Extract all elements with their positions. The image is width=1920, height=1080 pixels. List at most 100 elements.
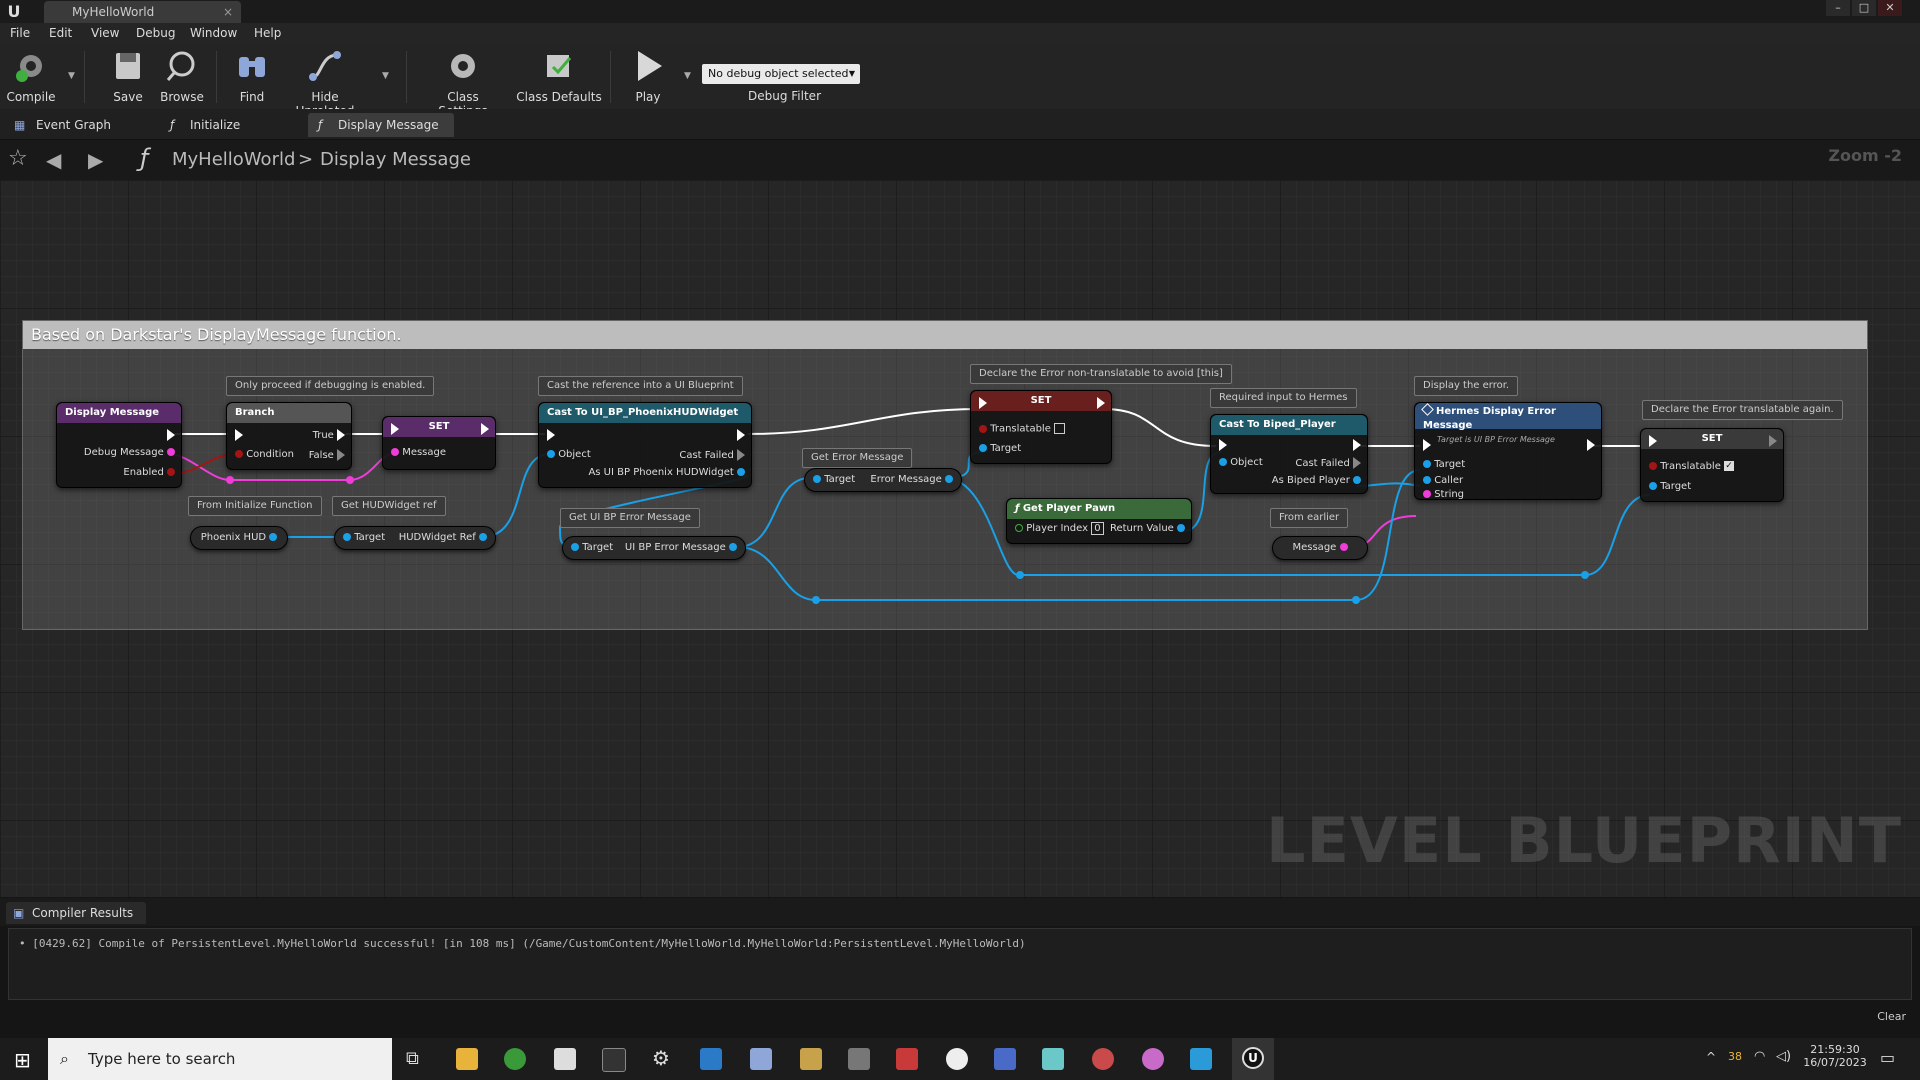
close-window-button[interactable]: ✕ bbox=[1878, 0, 1902, 16]
debug-message-pin[interactable]: Debug Message bbox=[84, 447, 175, 458]
exec-in-pin[interactable] bbox=[547, 429, 555, 441]
forward-arrow-icon[interactable]: ▶ bbox=[88, 148, 103, 172]
app-icon[interactable] bbox=[848, 1048, 870, 1070]
return-value-pin[interactable]: Return Value bbox=[1110, 523, 1185, 534]
cast-failed-pin[interactable]: Cast Failed bbox=[679, 449, 745, 461]
true-pin[interactable]: True bbox=[313, 429, 345, 441]
taskbar-search-input[interactable]: ⌕ Type here to search bbox=[48, 1038, 392, 1080]
target-pin[interactable]: Target bbox=[979, 443, 1021, 454]
chevron-up-icon[interactable]: ^ bbox=[1706, 1050, 1716, 1064]
menu-help[interactable]: Help bbox=[254, 26, 281, 40]
node-message-variable[interactable]: Message bbox=[1272, 536, 1368, 560]
exec-out-pin[interactable] bbox=[167, 429, 175, 441]
breadcrumb-root[interactable]: MyHelloWorld bbox=[172, 149, 295, 170]
app-icon[interactable] bbox=[800, 1048, 822, 1070]
target-pin[interactable]: Target bbox=[813, 469, 855, 491]
tab-initialize[interactable]: ƒ Initialize bbox=[160, 113, 300, 137]
translatable-pin[interactable]: Translatable bbox=[979, 423, 1066, 435]
menu-file[interactable]: File bbox=[10, 26, 30, 40]
message-pin[interactable]: Message bbox=[391, 447, 446, 458]
cast-failed-pin[interactable]: Cast Failed bbox=[1295, 457, 1361, 469]
minimize-button[interactable]: – bbox=[1826, 0, 1850, 16]
exec-out-pin[interactable] bbox=[1097, 397, 1105, 409]
app-icon[interactable] bbox=[946, 1048, 968, 1070]
app-icon[interactable] bbox=[896, 1048, 918, 1070]
exec-in-pin[interactable] bbox=[391, 423, 399, 435]
browse-button[interactable]: Browse bbox=[156, 49, 208, 104]
caller-pin[interactable]: Caller bbox=[1423, 475, 1463, 486]
node-phoenix-hud-variable[interactable]: Phoenix HUD bbox=[190, 526, 288, 550]
target-pin[interactable]: Target bbox=[343, 527, 385, 549]
tab-display-message[interactable]: ƒ Display Message bbox=[308, 113, 454, 137]
tab-compiler-results[interactable]: ▣ Compiler Results bbox=[6, 902, 146, 924]
wifi-icon[interactable]: ◠ bbox=[1754, 1049, 1765, 1064]
node-cast-to-phoenix-hud[interactable]: Cast To UI_BP_PhoenixHUDWidget Object Ca… bbox=[538, 402, 752, 488]
graph-canvas[interactable]: Zoom -2 Based on Darkstar's DisplayMessa… bbox=[0, 146, 1920, 897]
compile-options-chevron-icon[interactable]: ▼ bbox=[68, 71, 75, 81]
app-icon[interactable] bbox=[1092, 1048, 1114, 1070]
translatable-pin[interactable]: Translatable ✓ bbox=[1649, 461, 1735, 472]
translatable-checkbox[interactable] bbox=[1054, 423, 1066, 434]
chrome-icon[interactable] bbox=[504, 1048, 526, 1070]
save-button[interactable]: Save bbox=[104, 49, 152, 104]
window-tab[interactable]: MyHelloWorld × bbox=[44, 1, 241, 23]
class-settings-button[interactable]: Class Settings bbox=[422, 49, 504, 118]
node-get-hudwidget-ref[interactable]: Target HUDWidget Ref bbox=[334, 526, 496, 550]
app-icon[interactable] bbox=[700, 1048, 722, 1070]
close-icon[interactable]: × bbox=[223, 1, 233, 23]
exec-in-pin[interactable] bbox=[979, 397, 987, 409]
node-branch[interactable]: Branch True Condition False bbox=[226, 402, 352, 470]
node-set-translatable-false[interactable]: SET Translatable Target bbox=[970, 390, 1112, 464]
unreal-editor-taskbar-button[interactable]: U bbox=[1232, 1038, 1274, 1080]
target-pin[interactable]: Target bbox=[1649, 481, 1691, 492]
maximize-button[interactable]: □ bbox=[1852, 0, 1876, 16]
as-phoenix-hud-pin[interactable]: As UI BP Phoenix HUDWidget bbox=[588, 467, 745, 478]
find-button[interactable]: Find bbox=[232, 49, 272, 104]
exec-out-pin[interactable] bbox=[1587, 439, 1595, 451]
node-cast-to-biped-player[interactable]: Cast To Biped_Player Object Cast Failed … bbox=[1210, 414, 1368, 494]
condition-pin[interactable]: Condition bbox=[235, 449, 294, 460]
app-icon[interactable] bbox=[1190, 1048, 1212, 1070]
player-index-field[interactable]: 0 bbox=[1091, 522, 1104, 535]
node-display-message[interactable]: Display Message Debug Message Enabled bbox=[56, 402, 182, 488]
hudwidget-ref-pin[interactable]: HUDWidget Ref bbox=[399, 527, 487, 549]
debug-object-select[interactable]: No debug object selected ▼ bbox=[702, 64, 860, 84]
ui-bp-error-message-pin[interactable]: UI BP Error Message bbox=[625, 537, 737, 559]
tab-event-graph[interactable]: ▦ Event Graph bbox=[6, 113, 162, 137]
exec-out-pin[interactable] bbox=[737, 429, 745, 441]
task-view-icon[interactable]: ⧉ bbox=[406, 1048, 419, 1069]
app-icon[interactable] bbox=[750, 1048, 772, 1070]
node-set-message[interactable]: SET Message bbox=[382, 416, 496, 470]
target-pin[interactable]: Target bbox=[1423, 459, 1465, 470]
hide-unrelated-button[interactable]: Hide Unrelated bbox=[282, 49, 368, 118]
node-set-translatable-true[interactable]: SET Translatable ✓ Target bbox=[1640, 428, 1784, 502]
node-get-ui-bp-error-message[interactable]: Target UI BP Error Message bbox=[562, 536, 746, 560]
app-icon[interactable] bbox=[1042, 1048, 1064, 1070]
node-get-player-pawn[interactable]: ƒ Get Player Pawn Player Index 0 Return … bbox=[1006, 498, 1192, 544]
player-index-pin[interactable]: Player Index 0 bbox=[1015, 522, 1104, 535]
object-pin[interactable]: Object bbox=[547, 449, 591, 460]
clear-button[interactable]: Clear bbox=[1877, 1010, 1906, 1023]
play-options-chevron-icon[interactable]: ▼ bbox=[684, 71, 691, 81]
node-get-error-message[interactable]: Target Error Message bbox=[804, 468, 962, 492]
error-message-pin[interactable]: Error Message bbox=[870, 469, 953, 491]
volume-icon[interactable]: ◁) bbox=[1776, 1049, 1791, 1064]
string-pin[interactable]: String bbox=[1423, 489, 1464, 500]
compile-button[interactable]: Compile bbox=[6, 49, 56, 104]
exec-in-pin[interactable] bbox=[1219, 439, 1227, 451]
false-pin[interactable]: False bbox=[309, 449, 345, 461]
exec-in-pin[interactable] bbox=[1423, 439, 1431, 451]
translatable-checkbox[interactable]: ✓ bbox=[1724, 461, 1735, 471]
notifications-icon[interactable]: ▭ bbox=[1880, 1048, 1895, 1067]
object-pin[interactable]: Object bbox=[1219, 457, 1263, 468]
menu-view[interactable]: View bbox=[91, 26, 119, 40]
menu-debug[interactable]: Debug bbox=[136, 26, 175, 40]
taskbar-clock[interactable]: 21:59:30 16/07/2023 bbox=[1802, 1043, 1868, 1069]
app-icon[interactable] bbox=[994, 1048, 1016, 1070]
notepad-icon[interactable] bbox=[554, 1048, 576, 1070]
play-button[interactable]: Play bbox=[622, 49, 674, 104]
file-explorer-icon[interactable] bbox=[456, 1048, 478, 1070]
exec-out-pin[interactable] bbox=[1353, 439, 1361, 451]
node-hermes-display-error-message[interactable]: Hermes Display Error Message Target is U… bbox=[1414, 402, 1602, 500]
enabled-pin[interactable]: Enabled bbox=[123, 467, 175, 478]
